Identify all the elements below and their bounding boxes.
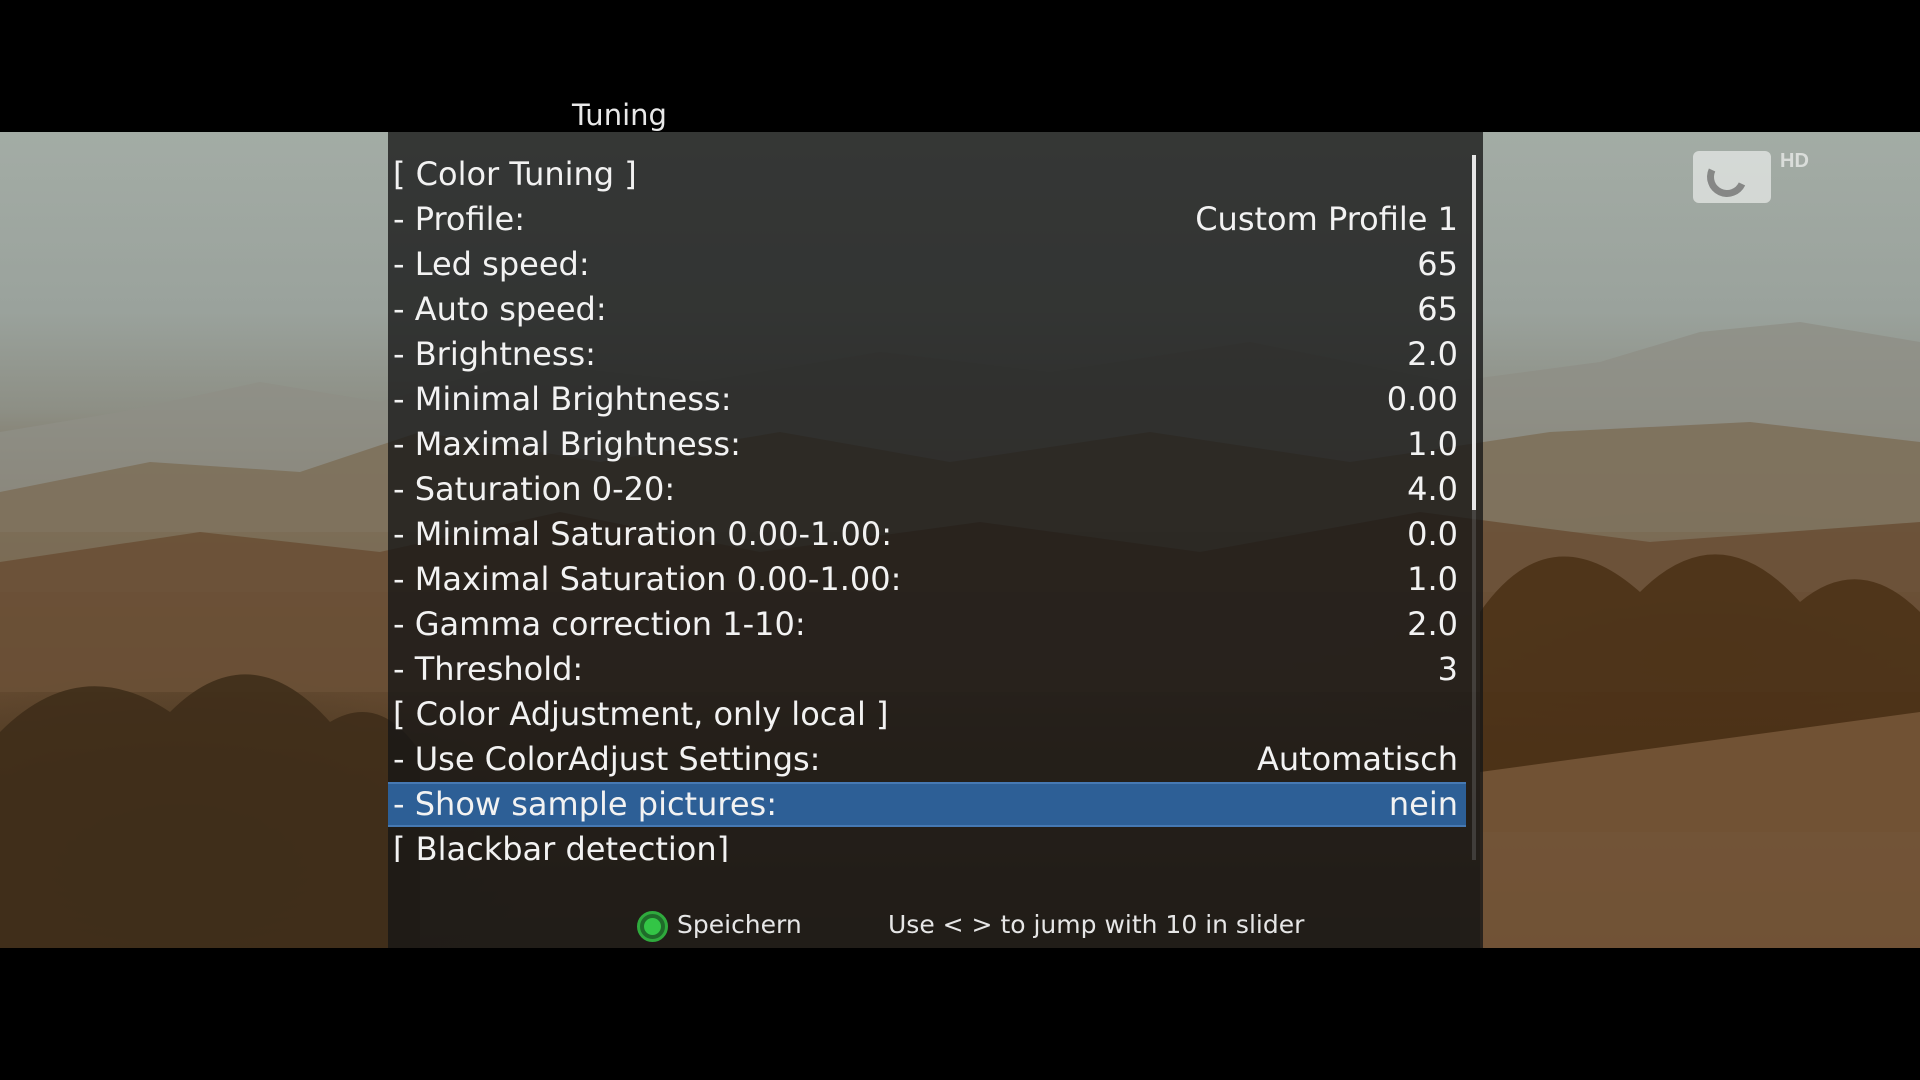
row-label: - Minimal Saturation 0.00-1.00:	[393, 515, 893, 553]
row-label: [ Color Adjustment, only local ]	[393, 695, 889, 733]
channel-logo-icon	[1693, 151, 1771, 203]
row-value[interactable]: 2.0	[1407, 332, 1458, 377]
menu-row[interactable]: - Minimal Saturation 0.00-1.00: 0.0	[388, 512, 1466, 557]
menu-row[interactable]: - Gamma correction 1-10: 2.0	[388, 602, 1466, 647]
menu-row[interactable]: - Auto speed: 65	[388, 287, 1466, 332]
row-label: - Use ColorAdjust Settings:	[393, 740, 821, 778]
save-button-label[interactable]: Speichern	[677, 910, 802, 939]
section-header: [ Color Adjustment, only local ]	[388, 692, 1466, 737]
tv-screen: HD Tuning [ Color Tuning ] - Profile: Cust…	[0, 0, 1920, 1080]
swirl-icon	[1701, 151, 1753, 203]
green-button-dot	[644, 918, 661, 935]
slider-hint-text: Use < > to jump with 10 in slider	[888, 910, 1305, 939]
menu-row[interactable]: - Use ColorAdjust Settings: Automatisch	[388, 737, 1466, 782]
row-label: - Threshold:	[393, 650, 584, 688]
menu-row[interactable]: - Led speed: 65	[388, 242, 1466, 287]
row-label: - Profile:	[393, 200, 525, 238]
menu-row[interactable]: - Maximal Brightness: 1.0	[388, 422, 1466, 467]
menu-title: Tuning	[572, 98, 667, 132]
row-label: - Maximal Saturation 0.00-1.00:	[393, 560, 902, 598]
menu-row[interactable]: - Profile: Custom Profile 1	[388, 197, 1466, 242]
row-value[interactable]: 65	[1417, 287, 1458, 332]
green-circle-icon[interactable]	[637, 911, 668, 942]
row-label: - Brightness:	[393, 335, 596, 373]
row-value[interactable]: 4.0	[1407, 467, 1458, 512]
section-header: [ Blackbar detection]	[388, 827, 1466, 862]
row-value[interactable]: Custom Profile 1	[1195, 197, 1458, 242]
row-value[interactable]: 0.0	[1407, 512, 1458, 557]
scrollbar-thumb[interactable]	[1472, 155, 1476, 510]
row-label: - Led speed:	[393, 245, 590, 283]
hd-badge: HD	[1780, 150, 1809, 172]
row-label: - Saturation 0-20:	[393, 470, 676, 508]
section-header: [ Color Tuning ]	[388, 152, 1466, 197]
row-label: - Auto speed:	[393, 290, 607, 328]
row-value[interactable]: 1.0	[1407, 557, 1458, 602]
row-value[interactable]: 2.0	[1407, 602, 1458, 647]
row-value[interactable]: 65	[1417, 242, 1458, 287]
row-label: [ Blackbar detection]	[393, 830, 730, 862]
menu-row[interactable]: - Show sample pictures: nein	[388, 782, 1466, 827]
menu-row[interactable]: - Brightness: 2.0	[388, 332, 1466, 377]
menu-row[interactable]: - Threshold: 3	[388, 647, 1466, 692]
row-label: - Show sample pictures:	[393, 785, 777, 823]
row-label: [ Color Tuning ]	[393, 155, 637, 193]
row-label: - Maximal Brightness:	[393, 425, 741, 463]
menu-row[interactable]: - Minimal Brightness: 0.00	[388, 377, 1466, 422]
row-value[interactable]: Automatisch	[1257, 737, 1458, 782]
row-label: - Minimal Brightness:	[393, 380, 732, 418]
settings-list[interactable]: [ Color Tuning ] - Profile: Custom Profile…	[388, 152, 1466, 862]
row-label: - Gamma correction 1-10:	[393, 605, 806, 643]
menu-row[interactable]: - Maximal Saturation 0.00-1.00: 1.0	[388, 557, 1466, 602]
menu-row[interactable]: - Saturation 0-20: 4.0	[388, 467, 1466, 512]
row-value[interactable]: nein	[1389, 784, 1458, 825]
row-value[interactable]: 1.0	[1407, 422, 1458, 467]
row-value[interactable]: 0.00	[1387, 377, 1458, 422]
row-value[interactable]: 3	[1438, 647, 1458, 692]
